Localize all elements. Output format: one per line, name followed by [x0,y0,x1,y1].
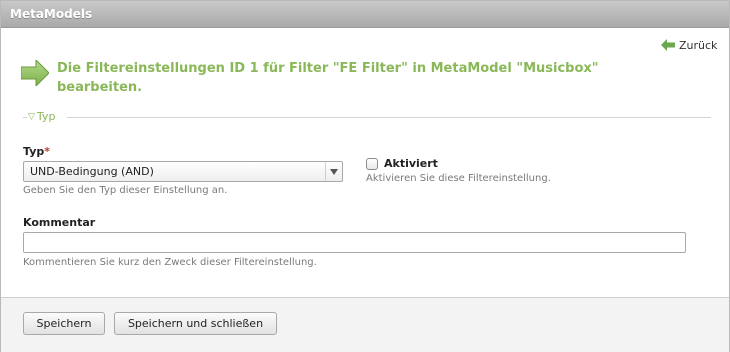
arrow-right-icon [20,58,50,88]
triangle-down-icon: ▽ [28,111,35,122]
enabled-label: Aktiviert [384,157,438,170]
type-select[interactable]: UND-Bedingung (AND) [23,161,343,182]
panel-header: MetaModels [1,1,729,28]
legend-divider-right [67,117,711,118]
comment-label: Kommentar [23,216,96,229]
form-footer: Speichern Speichern und schließen [1,297,729,352]
save-button[interactable]: Speichern [23,312,105,335]
enabled-help-text: Aktivieren Sie diese Filtereinstellung. [366,173,551,184]
enabled-checkbox[interactable] [366,158,378,170]
back-link[interactable]: Zurück [661,37,717,53]
back-link-label: Zurück [679,38,718,52]
page-heading: Die Filtereinstellungen ID 1 für Filter … [20,58,661,97]
comment-input[interactable] [23,232,686,253]
legend-divider-left [23,117,27,118]
type-label-text: Typ [23,145,45,158]
type-help-text: Geben Sie den Typ dieser Einstellung an. [23,185,228,196]
legend-label: Typ [36,110,56,123]
arrow-left-icon [661,39,675,51]
legend-toggle[interactable]: ▽ Typ [28,110,55,123]
panel-title: MetaModels [10,7,93,21]
type-select-value: UND-Bedingung (AND) [30,165,154,178]
chevron-down-icon [325,162,342,181]
metamodels-panel: MetaModels Zurück Die Filtereinstellunge… [0,0,730,352]
comment-help-text: Kommentieren Sie kurz den Zweck dieser F… [23,257,317,268]
fieldset-legend-typ: ▽ Typ [23,110,711,124]
required-marker: * [44,145,51,158]
page-heading-text: Die Filtereinstellungen ID 1 für Filter … [57,61,599,95]
save-and-close-button[interactable]: Speichern und schließen [114,312,277,335]
type-field-label: Typ* [23,145,50,158]
